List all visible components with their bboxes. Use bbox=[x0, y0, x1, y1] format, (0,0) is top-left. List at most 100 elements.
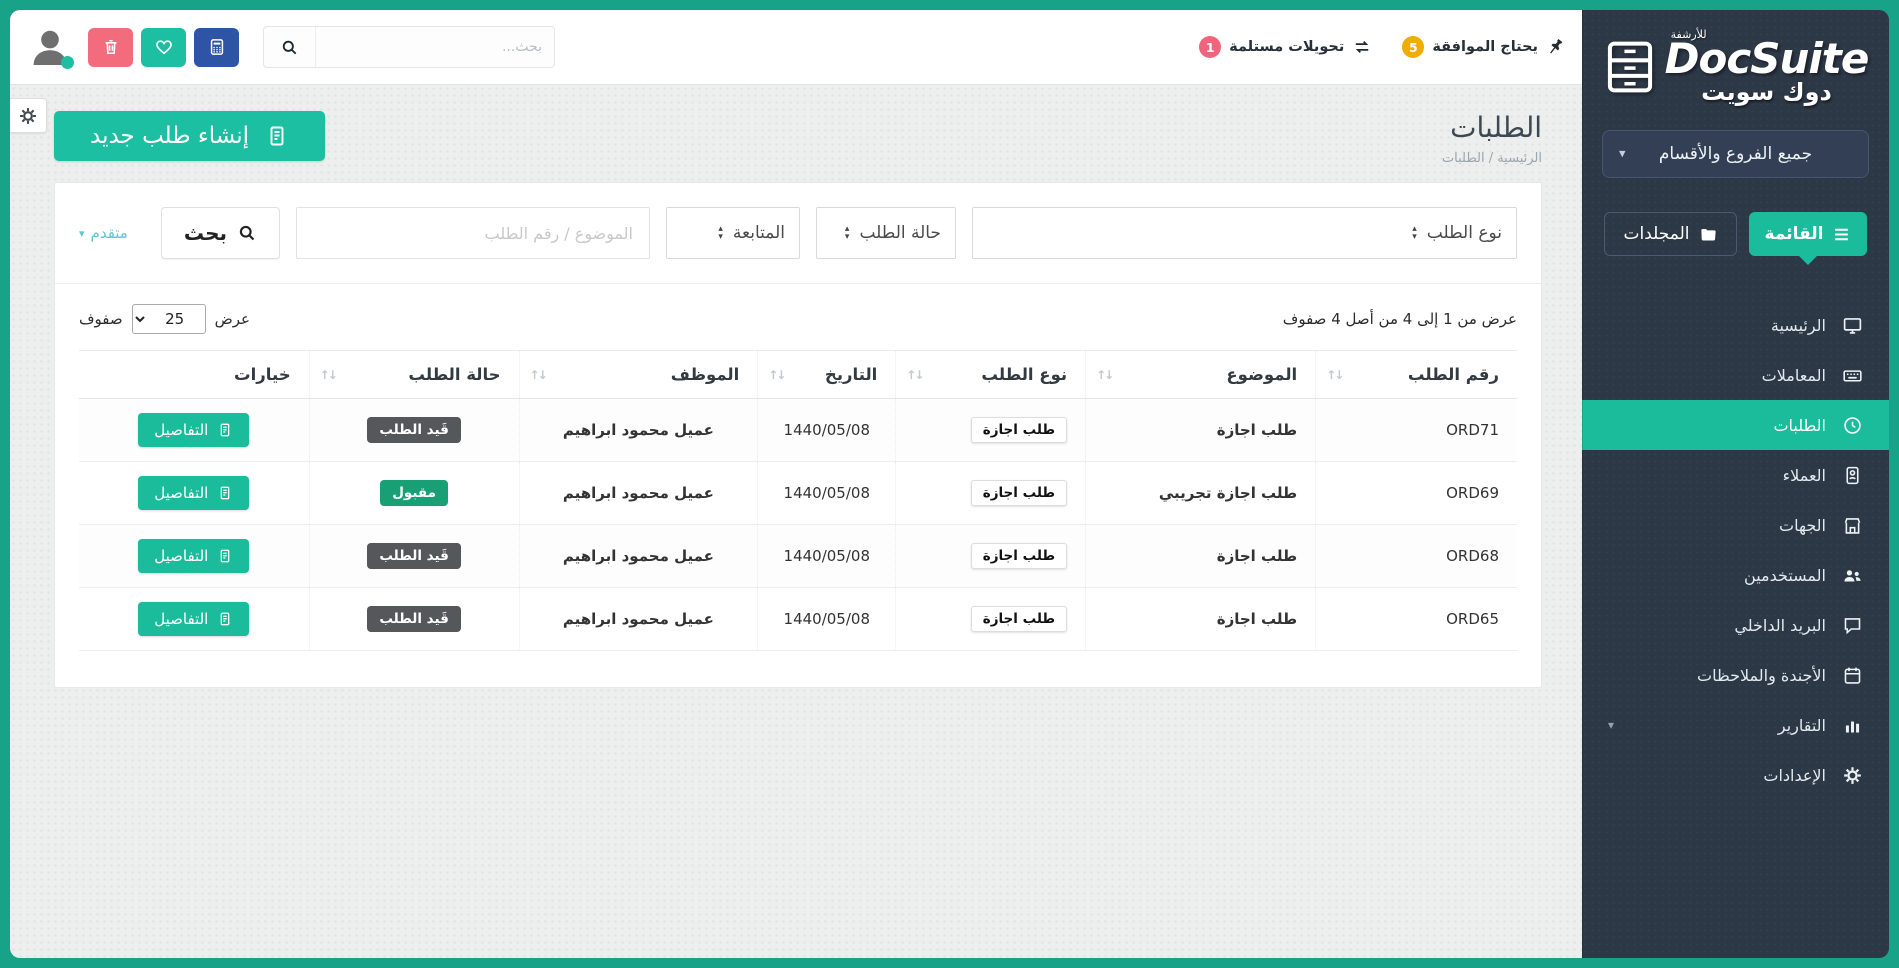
sidebar-item-settings[interactable]: الإعدادات bbox=[1582, 750, 1889, 800]
page-content: الطلبات الرئيسية / الطلبات إنشاء طلب جدي… bbox=[10, 85, 1582, 958]
advanced-search-link[interactable]: متقدم ▾ bbox=[79, 224, 128, 242]
hamburger-icon bbox=[1832, 225, 1851, 244]
favorites-button[interactable] bbox=[141, 28, 186, 67]
calculator-icon bbox=[207, 37, 227, 57]
table-controls: عرض من 1 إلى 4 من أصل 4 صفوف عرض 25 صفوف bbox=[79, 304, 1517, 334]
logo-title: DocSuite bbox=[1665, 38, 1869, 80]
status-badge: مقبول bbox=[380, 480, 448, 506]
document-icon bbox=[265, 124, 289, 148]
cabinet-icon bbox=[1603, 38, 1657, 96]
chevron-down-icon: ▾ bbox=[1619, 147, 1626, 162]
monitor-icon bbox=[1841, 314, 1863, 336]
request-type-badge: طلب اجازة bbox=[971, 543, 1067, 569]
gear-icon bbox=[18, 106, 38, 126]
details-button[interactable]: التفاصيل bbox=[138, 602, 249, 636]
filter-followup[interactable]: المتابعة ▴▾ bbox=[666, 207, 800, 259]
chat-icon bbox=[1841, 614, 1863, 636]
document-icon bbox=[217, 611, 233, 627]
global-search bbox=[263, 26, 555, 68]
filter-request-type[interactable]: نوع الطلب ▴▾ bbox=[972, 207, 1517, 259]
page-length-select[interactable]: 25 bbox=[132, 304, 206, 334]
status-badge: قَيد الطلب bbox=[367, 543, 461, 569]
col-type[interactable]: ↓↑نوع الطلب bbox=[896, 351, 1086, 399]
subject: طلب اجازة bbox=[1086, 399, 1316, 462]
sidebar-item-clients[interactable]: العملاء bbox=[1582, 450, 1889, 500]
notifications: يحتاج الموافقة 5 تحويلات مستلمة 1 bbox=[1199, 36, 1566, 58]
filter-request-status[interactable]: حالة الطلب ▴▾ bbox=[816, 207, 956, 259]
quick-buttons bbox=[88, 28, 239, 67]
col-order-id[interactable]: ↓↑رقم الطلب bbox=[1316, 351, 1517, 399]
subject: طلب اجازة تجريبي bbox=[1086, 462, 1316, 525]
sort-icon[interactable]: ↓↑ bbox=[320, 368, 336, 382]
requests-card: نوع الطلب ▴▾ حالة الطلب ▴▾ المتابعة ▴▾ bbox=[54, 182, 1542, 688]
sort-icon[interactable]: ↓↑ bbox=[530, 368, 546, 382]
page-title: الطلبات bbox=[1442, 111, 1542, 144]
col-options: خيارات bbox=[79, 351, 309, 399]
order-id: ORD71 bbox=[1316, 399, 1517, 462]
transfers-count-badge: 1 bbox=[1199, 36, 1221, 58]
details-button[interactable]: التفاصيل bbox=[138, 413, 249, 447]
folder-icon bbox=[1699, 225, 1718, 244]
notif-needs-approval[interactable]: يحتاج الموافقة 5 bbox=[1402, 36, 1566, 58]
order-id: ORD65 bbox=[1316, 588, 1517, 651]
sidebar-item-home[interactable]: الرئيسية bbox=[1582, 300, 1889, 350]
user-avatar[interactable] bbox=[26, 23, 74, 71]
create-request-button[interactable]: إنشاء طلب جديد bbox=[54, 111, 325, 161]
notif-received-transfers[interactable]: تحويلات مستلمة 1 bbox=[1199, 36, 1372, 58]
updown-icon: ▴▾ bbox=[1412, 225, 1417, 241]
details-button[interactable]: التفاصيل bbox=[138, 476, 249, 510]
page-length-control: عرض 25 صفوف bbox=[79, 304, 250, 334]
search-icon bbox=[264, 27, 316, 67]
sidebar-item-agenda-notes[interactable]: الأجندة والملاحظات bbox=[1582, 650, 1889, 700]
sort-icon[interactable]: ↓↑ bbox=[1326, 368, 1342, 382]
employee: عميل محمود ابراهيم bbox=[519, 462, 758, 525]
chevron-down-icon: ▾ bbox=[1608, 718, 1614, 732]
sidebar-item-internal-mail[interactable]: البريد الداخلي bbox=[1582, 600, 1889, 650]
trash-button[interactable] bbox=[88, 28, 133, 67]
gear-icon bbox=[1841, 764, 1863, 786]
sort-icon[interactable]: ↓↑ bbox=[906, 368, 922, 382]
branch-selector[interactable]: جميع الفروع والأقسام ▾ bbox=[1602, 130, 1869, 178]
requests-table: ↓↑رقم الطلب ↓↑الموضوع ↓↑نوع الطلب ↓↑التا… bbox=[79, 350, 1517, 651]
page-header: الطلبات الرئيسية / الطلبات إنشاء طلب جدي… bbox=[54, 111, 1542, 166]
sidebar-item-requests[interactable]: الطلبات bbox=[1582, 400, 1889, 450]
col-employee[interactable]: ↓↑الموظف bbox=[519, 351, 758, 399]
employee: عميل محمود ابراهيم bbox=[519, 525, 758, 588]
date: 1440/05/08 bbox=[758, 462, 896, 525]
request-type-badge: طلب اجازة bbox=[971, 417, 1067, 443]
pin-icon bbox=[1546, 37, 1566, 57]
notif-label: يحتاج الموافقة bbox=[1432, 39, 1538, 55]
document-icon bbox=[217, 485, 233, 501]
sort-icon[interactable]: ↓↑ bbox=[768, 368, 784, 382]
tab-menu[interactable]: القائمة bbox=[1749, 212, 1867, 256]
sidebar-item-reports[interactable]: التقارير ▾ bbox=[1582, 700, 1889, 750]
calculator-button[interactable] bbox=[194, 28, 239, 67]
calendar-icon bbox=[1841, 664, 1863, 686]
request-type-badge: طلب اجازة bbox=[971, 480, 1067, 506]
search-icon bbox=[237, 223, 257, 243]
status-badge: قَيد الطلب bbox=[367, 606, 461, 632]
col-date[interactable]: ↓↑التاريخ bbox=[758, 351, 896, 399]
date: 1440/05/08 bbox=[758, 588, 896, 651]
table-row: ORD68 طلب اجازة طلب اجازة 1440/05/08 عمي… bbox=[79, 525, 1517, 588]
building-icon bbox=[1841, 514, 1863, 536]
col-status[interactable]: ↓↑حالة الطلب bbox=[309, 351, 519, 399]
sidebar-item-entities[interactable]: الجهات bbox=[1582, 500, 1889, 550]
document-icon bbox=[217, 422, 233, 438]
tab-folders[interactable]: المجلدات bbox=[1604, 212, 1737, 256]
order-id: ORD69 bbox=[1316, 462, 1517, 525]
sidebar-item-users[interactable]: المستخدمين bbox=[1582, 550, 1889, 600]
settings-tab[interactable] bbox=[10, 98, 47, 133]
topbar: يحتاج الموافقة 5 تحويلات مستلمة 1 bbox=[10, 10, 1582, 85]
employee: عميل محمود ابراهيم bbox=[519, 399, 758, 462]
search-button[interactable]: بحث bbox=[161, 207, 280, 259]
sidebar-item-transactions[interactable]: المعاملات bbox=[1582, 350, 1889, 400]
subject-search-input[interactable] bbox=[296, 207, 650, 259]
global-search-input[interactable] bbox=[316, 27, 554, 67]
heart-icon bbox=[154, 37, 174, 57]
col-subject[interactable]: ↓↑الموضوع bbox=[1086, 351, 1316, 399]
sort-icon[interactable]: ↓↑ bbox=[1096, 368, 1112, 382]
details-button[interactable]: التفاصيل bbox=[138, 539, 249, 573]
updown-icon: ▴▾ bbox=[718, 225, 723, 241]
filter-row: نوع الطلب ▴▾ حالة الطلب ▴▾ المتابعة ▴▾ bbox=[79, 207, 1517, 259]
